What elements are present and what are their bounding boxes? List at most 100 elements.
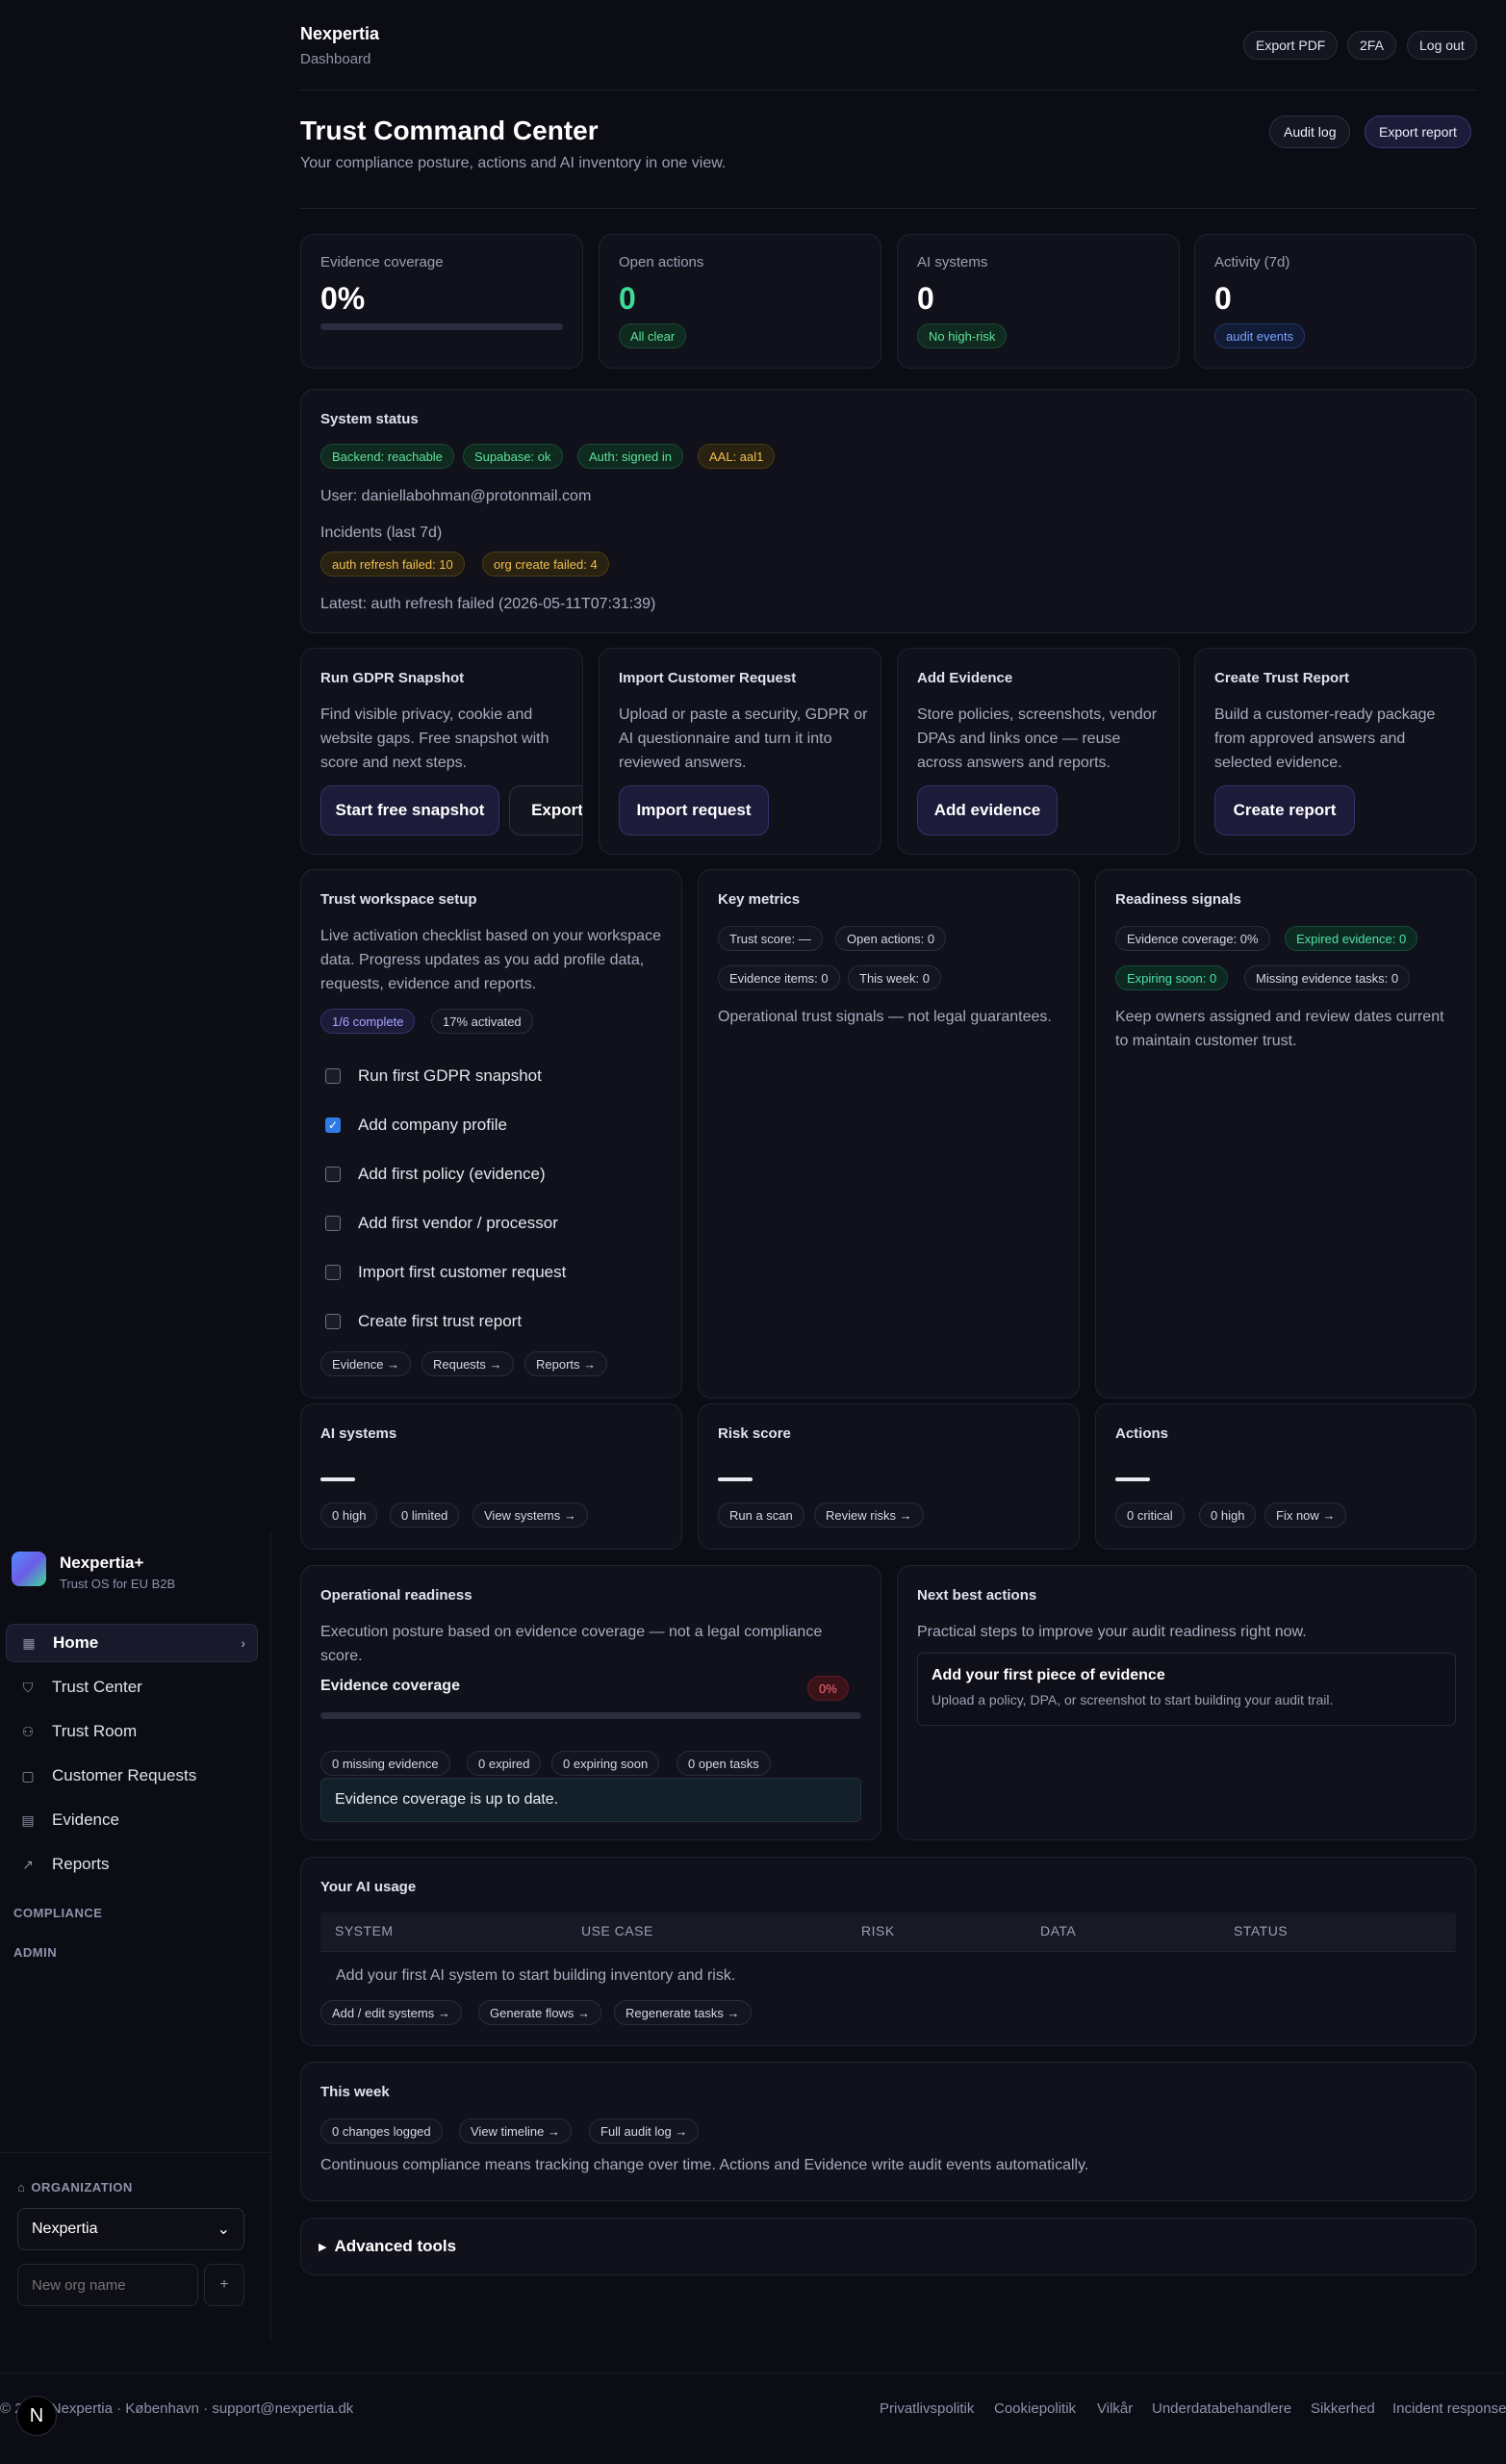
view-systems-link[interactable]: View systems → bbox=[472, 1502, 588, 1527]
card-description: Find visible privacy, cookie and website… bbox=[320, 706, 549, 771]
sidebar-section-admin[interactable]: ADMIN bbox=[13, 1945, 57, 1960]
requests-link[interactable]: Requests → bbox=[421, 1351, 514, 1376]
audit-log-button[interactable]: Audit log bbox=[1269, 116, 1351, 148]
run-scan-link[interactable]: Run a scan bbox=[718, 1502, 804, 1527]
sidebar-item-trust-room[interactable]: ⚇ Trust Room bbox=[6, 1712, 258, 1751]
sidebar-item-label: Customer Requests bbox=[52, 1766, 197, 1784]
checklist-item[interactable]: Add first vendor / processor bbox=[325, 1214, 558, 1233]
footer-link-cookies[interactable]: Cookiepolitik bbox=[994, 2400, 1076, 2417]
document-icon: ▤ bbox=[21, 1811, 35, 1828]
checkbox[interactable] bbox=[325, 1265, 341, 1280]
view-timeline-link[interactable]: View timeline → bbox=[459, 2118, 572, 2143]
add-evidence-button[interactable]: Add evidence bbox=[917, 785, 1058, 835]
column-header-use-case[interactable]: USE CASE bbox=[581, 1923, 653, 1938]
column-header-system[interactable]: SYSTEM bbox=[335, 1923, 394, 1938]
count-pill: 0 limited bbox=[390, 1502, 460, 1527]
export-snapshot-button[interactable]: Export bbox=[509, 785, 582, 835]
advanced-tools-toggle[interactable]: ▶ Advanced tools bbox=[300, 2218, 1476, 2275]
export-pdf-button[interactable]: Export PDF bbox=[1243, 31, 1339, 60]
column-header-risk[interactable]: RISK bbox=[861, 1923, 895, 1938]
column-header-data[interactable]: DATA bbox=[1040, 1923, 1076, 1938]
count-pill: 0 missing evidence bbox=[320, 1751, 450, 1776]
two-factor-button[interactable]: 2FA bbox=[1347, 31, 1396, 60]
breadcrumb: Dashboard bbox=[300, 51, 371, 67]
footer-link-incident-response[interactable]: Incident response bbox=[1392, 2400, 1506, 2417]
card-title: Your AI usage bbox=[320, 1879, 417, 1895]
user-email: User: daniellabohman@protonmail.com bbox=[320, 488, 592, 504]
sidebar-item-evidence[interactable]: ▤ Evidence bbox=[6, 1801, 258, 1839]
checkbox[interactable] bbox=[325, 1314, 341, 1329]
kpi-open-actions: Open actions 0 All clear bbox=[599, 234, 881, 369]
card-title: Import Customer Request bbox=[619, 670, 797, 686]
checkbox[interactable] bbox=[325, 1068, 341, 1084]
table-empty-state: Add your first AI system to start buildi… bbox=[336, 1967, 736, 1984]
footer-link-security[interactable]: Sikkerhed bbox=[1311, 2400, 1375, 2417]
signal-pill: Evidence coverage: 0% bbox=[1115, 926, 1270, 951]
status-badge: Backend: reachable bbox=[320, 444, 454, 469]
generate-flows-link[interactable]: Generate flows → bbox=[478, 2000, 602, 2025]
sidebar-item-reports[interactable]: ↗ Reports bbox=[6, 1845, 258, 1884]
org-select[interactable]: Nexpertia ⌄ bbox=[17, 2208, 244, 2250]
checklist-item[interactable]: ✓ Add company profile bbox=[325, 1116, 507, 1135]
checkbox[interactable] bbox=[325, 1216, 341, 1231]
checklist-label: Create first trust report bbox=[358, 1312, 523, 1330]
key-metrics-card: Key metrics Trust score: — Open actions:… bbox=[698, 869, 1080, 1399]
start-snapshot-button[interactable]: Start free snapshot bbox=[320, 785, 499, 835]
sidebar-item-home[interactable]: ▦ Home › bbox=[6, 1624, 258, 1662]
full-audit-log-link[interactable]: Full audit log → bbox=[589, 2118, 700, 2143]
chart-icon: ↗ bbox=[22, 1856, 34, 1872]
checkbox-checked[interactable]: ✓ bbox=[325, 1117, 341, 1133]
export-report-button[interactable]: Export report bbox=[1365, 116, 1471, 148]
regenerate-tasks-link[interactable]: Regenerate tasks → bbox=[614, 2000, 752, 2025]
checklist-item[interactable]: Add first policy (evidence) bbox=[325, 1165, 546, 1184]
checklist-item[interactable]: Import first customer request bbox=[325, 1263, 566, 1282]
advanced-tools-label: Advanced tools bbox=[334, 2237, 457, 2255]
sidebar-section-compliance[interactable]: COMPLIANCE bbox=[13, 1906, 102, 1920]
reports-link[interactable]: Reports → bbox=[524, 1351, 608, 1376]
coverage-badge: 0% bbox=[807, 1676, 849, 1701]
checklist-item[interactable]: Create first trust report bbox=[325, 1312, 522, 1331]
footer-link-terms[interactable]: Vilkår bbox=[1097, 2400, 1133, 2417]
count-pill: 0 expiring soon bbox=[551, 1751, 660, 1776]
checkbox[interactable] bbox=[325, 1167, 341, 1182]
import-request-button[interactable]: Import request bbox=[619, 785, 769, 835]
org-logo bbox=[12, 1552, 46, 1586]
card-title: Key metrics bbox=[718, 891, 801, 908]
sidebar-item-customer-requests[interactable]: ▢ Customer Requests bbox=[6, 1757, 258, 1795]
readiness-signals-card: Readiness signals Evidence coverage: 0% … bbox=[1095, 869, 1476, 1399]
signal-pill: Missing evidence tasks: 0 bbox=[1244, 965, 1411, 990]
signal-pill: Expired evidence: 0 bbox=[1285, 926, 1418, 951]
chevron-down-icon: ⌄ bbox=[217, 2221, 230, 2238]
quick-action-report: Create Trust Report Build a customer-rea… bbox=[1194, 648, 1476, 855]
column-header-status[interactable]: STATUS bbox=[1234, 1923, 1288, 1938]
review-risks-link[interactable]: Review risks → bbox=[814, 1502, 924, 1527]
app-badge[interactable]: N bbox=[16, 2396, 57, 2436]
metric-pill: Trust score: — bbox=[718, 926, 823, 951]
card-title: Actions bbox=[1115, 1425, 1169, 1442]
edit-systems-link[interactable]: Add / edit systems → bbox=[320, 2000, 462, 2025]
add-org-button[interactable]: + bbox=[204, 2264, 244, 2306]
new-org-input[interactable] bbox=[17, 2264, 198, 2306]
status-badge: No high-risk bbox=[917, 323, 1008, 348]
footer-link-subprocessors[interactable]: Underdatabehandlere bbox=[1152, 2400, 1291, 2417]
system-status-card: System status Backend: reachable Supabas… bbox=[300, 389, 1476, 633]
logout-button[interactable]: Log out bbox=[1407, 31, 1477, 60]
create-report-button[interactable]: Create report bbox=[1214, 785, 1355, 835]
evidence-link[interactable]: Evidence → bbox=[320, 1351, 412, 1376]
metric-pill: Open actions: 0 bbox=[835, 926, 947, 951]
card-title: Next best actions bbox=[917, 1587, 1037, 1604]
checklist-item[interactable]: Run first GDPR snapshot bbox=[325, 1066, 542, 1086]
next-action-item[interactable]: Add your first piece of evidence Upload … bbox=[917, 1653, 1456, 1726]
kpi-label: Activity (7d) bbox=[1214, 254, 1290, 270]
sidebar-divider bbox=[0, 2152, 270, 2153]
sidebar-item-trust-center[interactable]: ⛉ Trust Center bbox=[6, 1668, 258, 1707]
card-title: AI systems bbox=[320, 1425, 397, 1442]
footer-link-privacy[interactable]: Privatlivspolitik bbox=[880, 2400, 974, 2417]
fix-now-link[interactable]: Fix now → bbox=[1264, 1502, 1347, 1527]
grid-icon: ▦ bbox=[22, 1634, 36, 1651]
sidebar-item-label: Home bbox=[53, 1633, 99, 1652]
advanced-tools-summary[interactable]: ▶ Advanced tools bbox=[319, 2237, 456, 2256]
next-action-title: Add your first piece of evidence bbox=[932, 1667, 1165, 1683]
message-icon: ▢ bbox=[21, 1767, 35, 1784]
ai-usage-card: Your AI usage Add your first AI system t… bbox=[300, 1857, 1476, 2046]
